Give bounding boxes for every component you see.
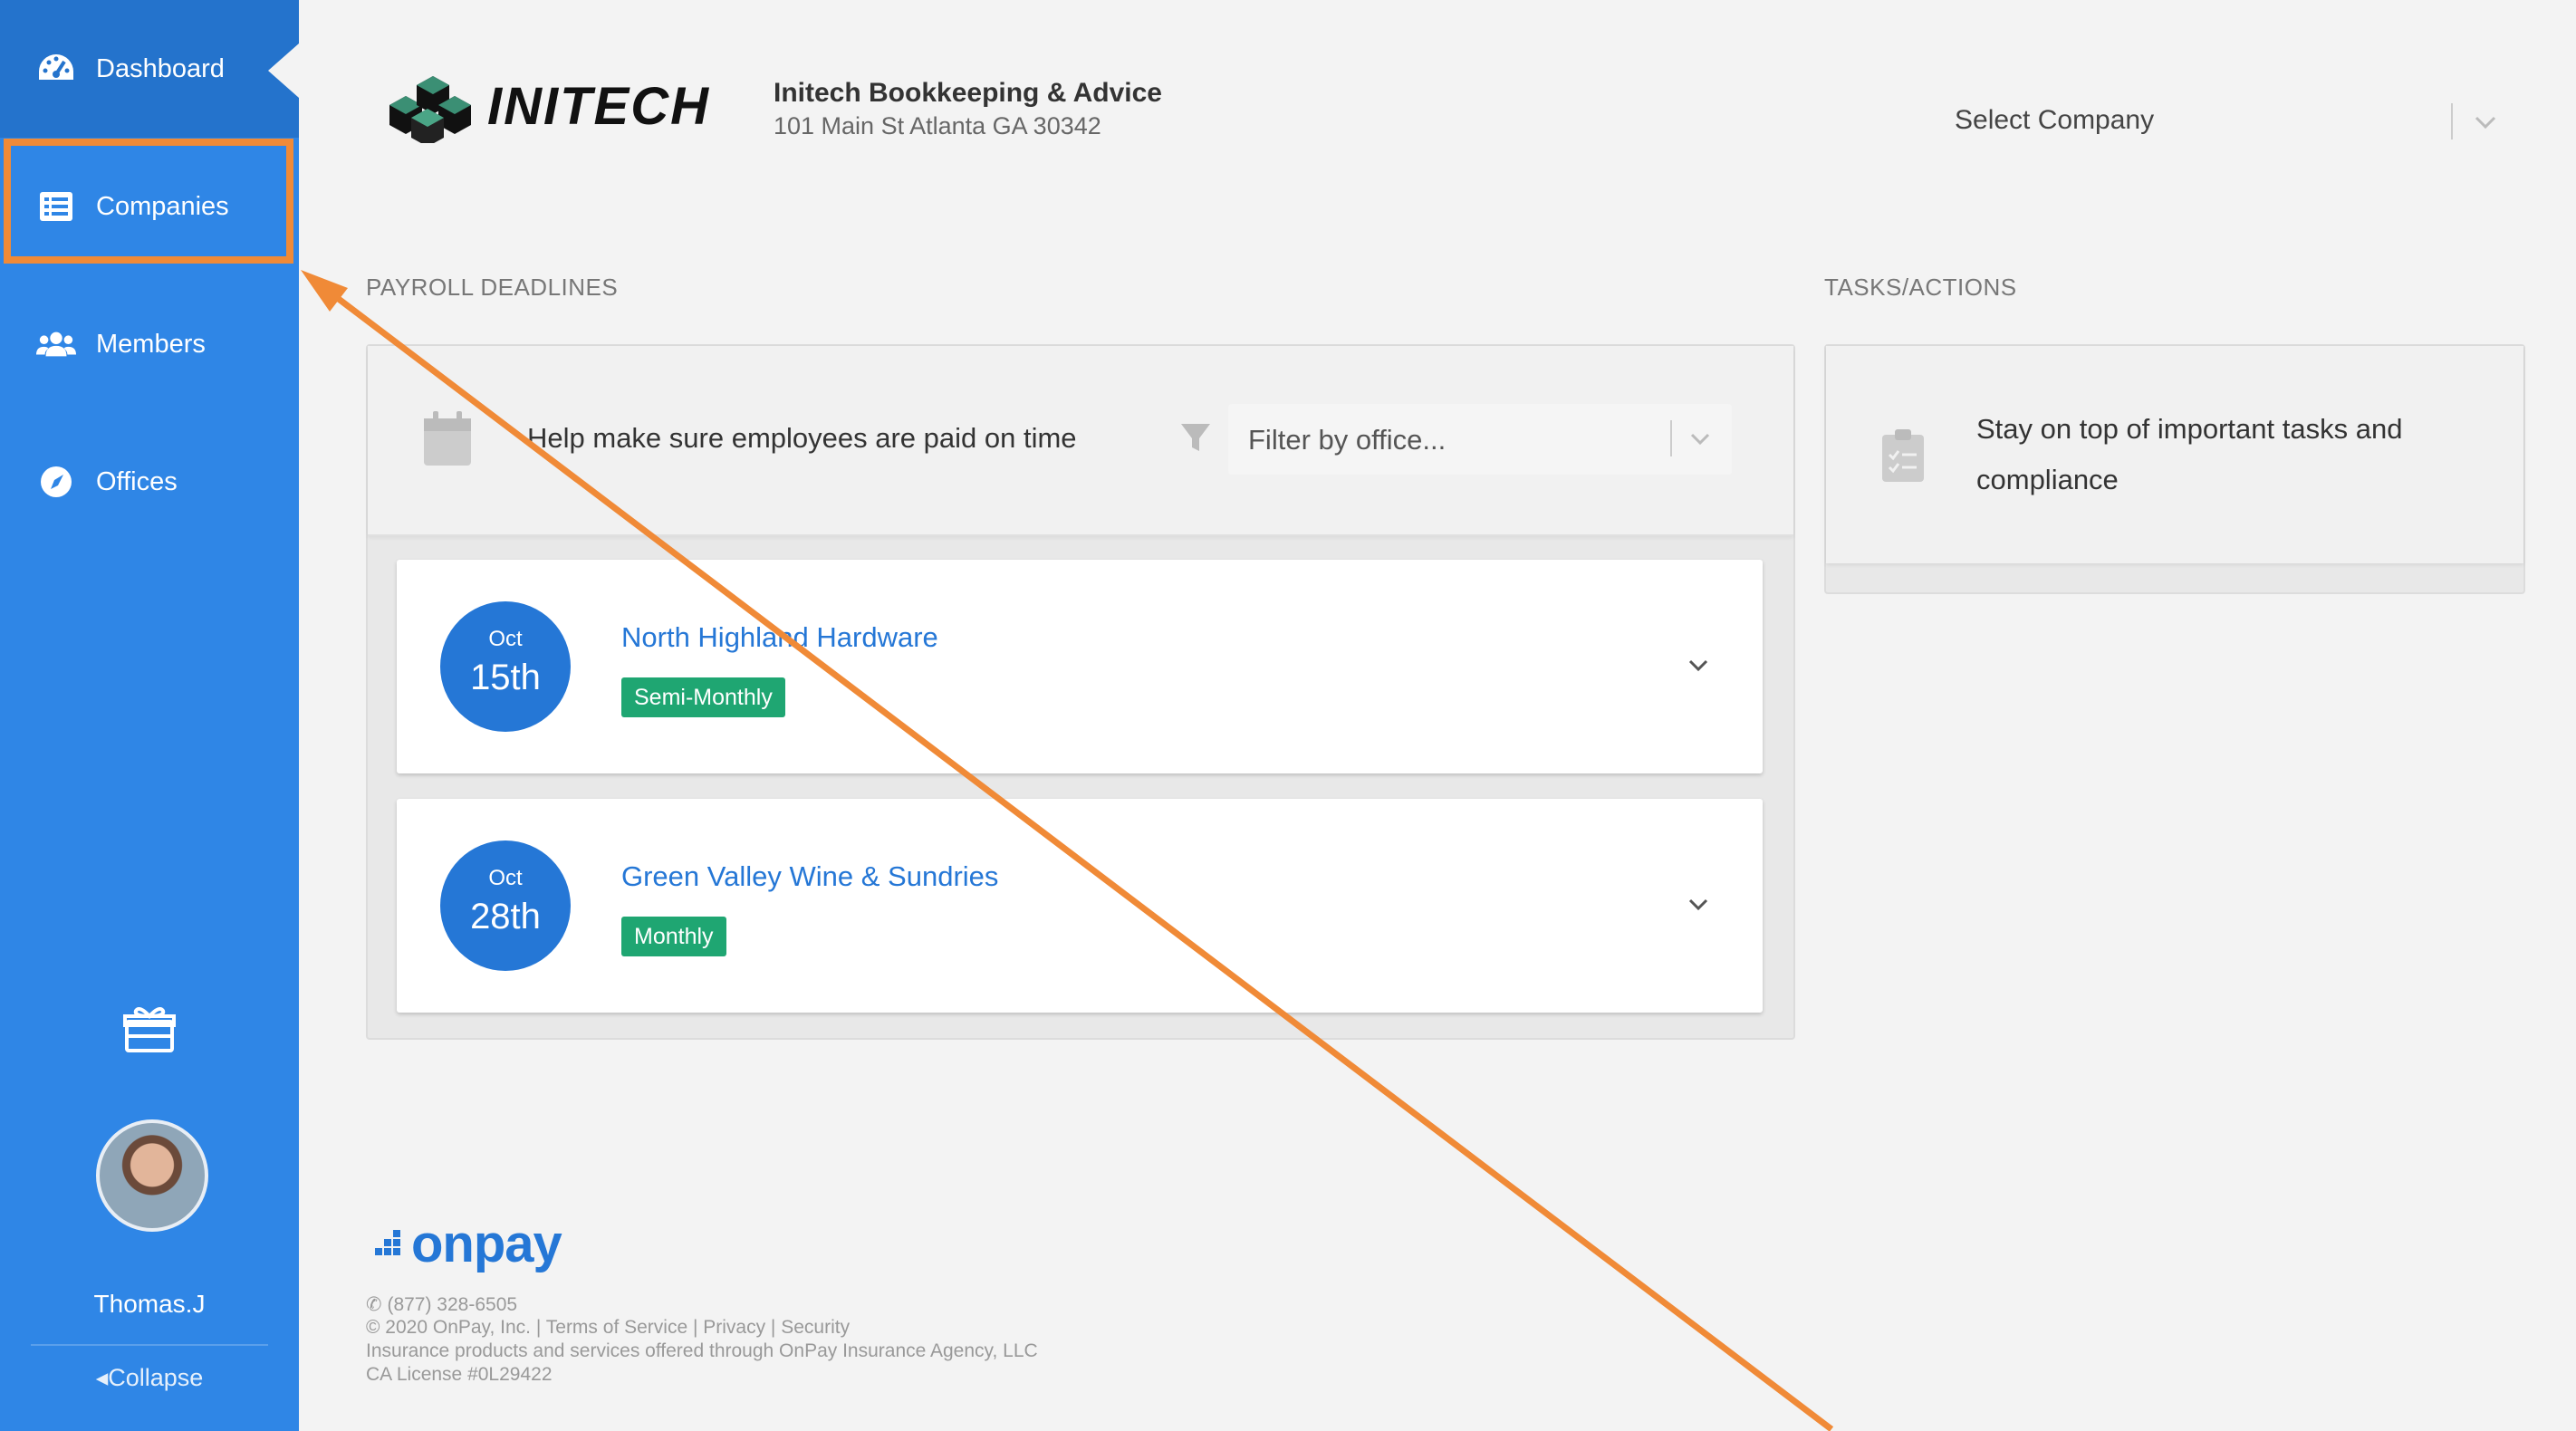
footer-phone: ✆ (877) 328-6505	[366, 1293, 517, 1316]
filter-separator	[1670, 420, 1672, 456]
frequency-badge: Monthly	[621, 917, 726, 956]
initech-logo-mark-icon	[389, 76, 471, 143]
avatar[interactable]	[96, 1119, 208, 1232]
phone-icon: ✆	[366, 1294, 382, 1315]
onpay-logo[interactable]: onpay	[375, 1214, 610, 1273]
payroll-deadlines-panel: Help make sure employees are paid on tim…	[366, 344, 1795, 1040]
company-link[interactable]: North Highland Hardware	[621, 621, 938, 654]
payroll-section-label: PAYROLL DEADLINES	[366, 274, 619, 301]
chevron-down-icon	[1690, 433, 1710, 446]
dashboard-icon	[36, 49, 76, 89]
onpay-logo-mark-icon	[375, 1230, 400, 1255]
sidebar-divider	[31, 1344, 268, 1346]
select-company-dropdown[interactable]: Select Company	[1955, 105, 2154, 136]
compass-icon	[36, 462, 76, 502]
footer-insurance: Insurance products and services offered …	[366, 1340, 1038, 1361]
tasks-actions-panel: Stay on top of important tasks and compl…	[1824, 344, 2525, 594]
date-day: 28th	[470, 897, 541, 936]
list-icon	[36, 187, 76, 226]
date-badge: Oct 15th	[440, 601, 571, 732]
tasks-message: Stay on top of important tasks and compl…	[1976, 413, 2403, 495]
footer-copyright[interactable]: © 2020 OnPay, Inc. | Terms of Service | …	[366, 1317, 850, 1339]
footer-phone-text: (877) 328-6505	[387, 1294, 518, 1315]
filter-placeholder: Filter by office...	[1248, 424, 1447, 456]
sidebar-item-members[interactable]: Members	[0, 275, 299, 413]
tasks-panel-body: Stay on top of important tasks and compl…	[1826, 346, 2523, 563]
footer-license: CA License #0L29422	[366, 1364, 553, 1385]
company-address: 101 Main St Atlanta GA 30342	[774, 112, 1101, 139]
chevron-down-icon[interactable]	[1683, 652, 1714, 679]
date-month: Oct	[488, 866, 523, 890]
initech-logo[interactable]: INITECH	[380, 69, 716, 143]
select-separator	[2451, 103, 2453, 139]
sidebar-item-companies[interactable]: Companies	[0, 138, 299, 275]
payroll-panel-header: Help make sure employees are paid on tim…	[368, 346, 1793, 536]
clipboard-icon	[1882, 429, 1924, 482]
logo-text: INITECH	[487, 76, 710, 136]
company-link[interactable]: Green Valley Wine & Sundries	[621, 860, 998, 893]
caret-left-icon: ◂	[95, 1364, 109, 1391]
sidebar-item-dashboard[interactable]: Dashboard	[0, 0, 299, 138]
payroll-help-text: Help make sure employees are paid on tim…	[527, 422, 1077, 454]
active-indicator	[268, 43, 299, 98]
filter-icon	[1181, 424, 1210, 451]
username: Thomas.J	[93, 1290, 206, 1318]
frequency-badge: Semi-Monthly	[621, 677, 785, 717]
sidebar-item-offices[interactable]: Offices	[0, 413, 299, 551]
date-badge: Oct 28th	[440, 840, 571, 971]
chevron-down-icon[interactable]	[2469, 109, 2502, 136]
date-day: 15th	[470, 658, 541, 697]
company-name: Initech Bookkeeping & Advice	[774, 78, 1162, 108]
collapse-button[interactable]: ◂Collapse	[0, 1364, 299, 1392]
deadline-card[interactable]: Oct 28th Green Valley Wine & Sundries Mo…	[397, 799, 1763, 1013]
calendar-icon	[424, 411, 471, 466]
sidebar-item-label: Dashboard	[96, 53, 225, 83]
chevron-down-icon[interactable]	[1683, 891, 1714, 918]
onpay-brand-text: onpay	[411, 1214, 562, 1273]
users-icon	[36, 324, 76, 364]
filter-by-office-select[interactable]: Filter by office...	[1228, 404, 1732, 475]
sidebar-item-label: Members	[96, 329, 206, 359]
deadline-card[interactable]: Oct 15th North Highland Hardware Semi-Mo…	[397, 560, 1763, 773]
sidebar-item-label: Offices	[96, 466, 178, 496]
sidebar: Dashboard Companies Members Offices Thom…	[0, 0, 299, 1431]
collapse-label: Collapse	[108, 1364, 204, 1391]
sidebar-item-label: Companies	[96, 191, 229, 221]
gift-icon[interactable]	[123, 1005, 176, 1052]
tasks-section-label: TASKS/ACTIONS	[1824, 274, 2017, 301]
date-month: Oct	[488, 627, 523, 651]
